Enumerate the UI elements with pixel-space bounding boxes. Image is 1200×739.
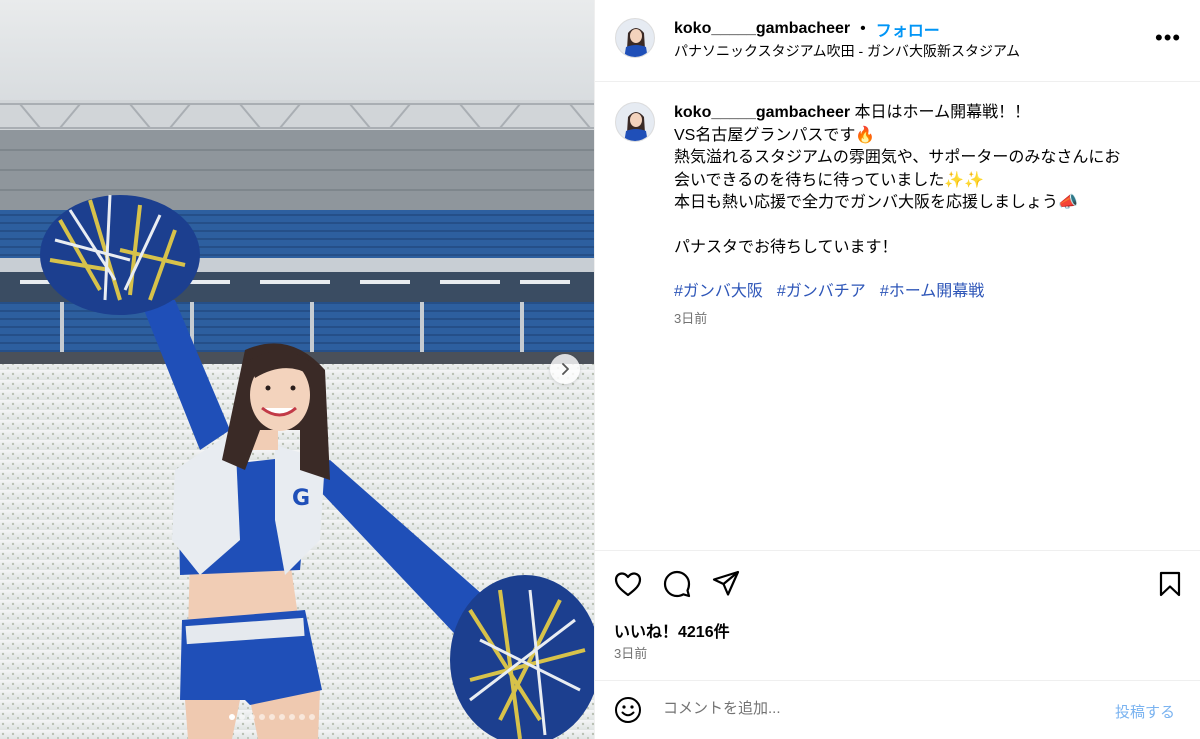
hashtag-link[interactable]: #ガンバ大阪	[674, 277, 763, 301]
caption-line-6: パナスタでお待ちしています！	[674, 238, 898, 256]
actions-bar	[595, 550, 1200, 551]
heart-icon	[614, 572, 642, 597]
carousel-dot	[249, 714, 255, 720]
caption-line-1: 本日はホーム開幕戦！！	[850, 104, 1031, 121]
carousel-dot	[239, 714, 245, 720]
caption-avatar[interactable]	[615, 102, 655, 142]
location-link[interactable]: パナソニックスタジアム吹田 - ガンバ大阪新スタジアム	[674, 41, 1020, 61]
next-slide-button[interactable]	[550, 354, 580, 384]
post-side-panel: koko_____gambacheer • フォロー パナソニックスタジアム吹田…	[594, 0, 1200, 739]
share-button[interactable]	[712, 570, 740, 598]
caption-line-3: 熱気溢れるスタジアムの雰囲気や、サポーターのみなさんにお	[674, 149, 1121, 166]
svg-text:G: G	[292, 486, 310, 511]
carousel-dot	[289, 714, 295, 720]
hashtag-link[interactable]: #ガンバチア	[777, 277, 866, 301]
carousel-indicator	[229, 714, 315, 720]
comment-button[interactable]	[663, 570, 691, 598]
bookmark-icon	[1159, 571, 1181, 597]
carousel-dot	[259, 714, 265, 720]
caption-username[interactable]: koko_____gambacheer	[674, 104, 850, 121]
avatar-image	[616, 19, 654, 57]
hashtag-list: #ガンバ大阪 #ガンバチア #ホーム開幕戦	[674, 277, 984, 301]
caption-line-4: 会いできるのを待ちに待っていました✨✨	[674, 171, 985, 189]
carousel-dot	[269, 714, 275, 720]
comment-bar: 投稿する	[595, 680, 1200, 739]
like-button[interactable]	[614, 570, 642, 598]
post-photo[interactable]: G G	[0, 0, 594, 739]
cheerleader-stadium-image: G G	[0, 0, 594, 739]
caption-line-2: VS名古屋グランパスです🔥	[674, 126, 876, 144]
carousel-dot	[299, 714, 305, 720]
save-button[interactable]	[1157, 570, 1183, 598]
hashtag-link[interactable]: #ホーム開幕戦	[880, 277, 984, 301]
caption-text: koko_____gambacheer 本日はホーム開幕戦！！ VS名古屋グラン…	[674, 102, 1174, 259]
avatar-image	[616, 103, 654, 141]
post-timestamp[interactable]: 3日前	[614, 643, 647, 662]
like-count[interactable]: いいね！4216件	[614, 618, 730, 642]
carousel-dot	[309, 714, 315, 720]
caption-timestamp: 3日前	[674, 311, 708, 326]
caption-line: koko_____gambacheer 本日はホーム開幕戦！！	[674, 102, 1174, 125]
separator-dot: •	[860, 20, 866, 37]
comment-input[interactable]	[663, 700, 1083, 717]
comment-icon	[663, 570, 691, 598]
follow-button[interactable]: フォロー	[876, 17, 940, 41]
more-options-icon[interactable]: •••	[1155, 27, 1181, 49]
emoji-button[interactable]	[614, 696, 642, 724]
post-header: koko_____gambacheer • フォロー パナソニックスタジアム吹田…	[595, 0, 1200, 82]
caption-line-5: 本日も熱い応援で全力でガンバ大阪を応援しましょう📣	[674, 194, 1078, 211]
avatar[interactable]	[615, 18, 655, 58]
emoji-smile-icon	[615, 697, 641, 723]
carousel-dot	[279, 714, 285, 720]
svg-text:G: G	[205, 502, 226, 532]
chevron-right-icon	[562, 363, 569, 375]
post-comment-button[interactable]: 投稿する	[1115, 701, 1175, 722]
header-username[interactable]: koko_____gambacheer	[674, 20, 850, 38]
header-user-row: koko_____gambacheer • フォロー	[674, 17, 940, 41]
paper-plane-icon	[712, 570, 740, 596]
carousel-dot	[229, 714, 235, 720]
